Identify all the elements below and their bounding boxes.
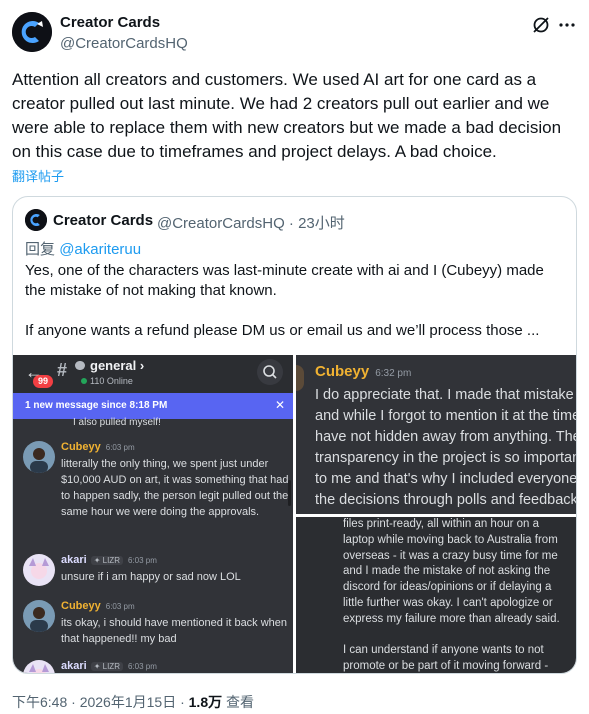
message-time: 6:03 pm — [127, 662, 157, 671]
message-body: its okay, i should have mentioned it bac… — [61, 617, 288, 645]
creator-cards-logo-icon — [25, 209, 47, 231]
message-line: and while I forgot to mention it at the … — [315, 408, 577, 424]
reply-to-handle[interactable]: @akariteruu — [59, 241, 141, 258]
view-count: 1.8万 — [188, 694, 223, 710]
post-timestamp[interactable]: 下午6:48 · 2026年1月15日 · — [12, 694, 189, 710]
quoted-text: Yes, one of the characters was last-minu… — [25, 261, 565, 361]
translate-post-link[interactable]: 翻译帖子 — [12, 166, 64, 185]
akari-avatar — [23, 554, 55, 586]
message-time: 6:03 pm — [105, 443, 135, 452]
channel-hash-icon: # — [57, 360, 68, 380]
search-icon — [257, 359, 283, 385]
scrollbar — [288, 480, 291, 506]
quoted-text-line: Yes, one of the characters was last-minu… — [25, 262, 544, 299]
quoted-author-handle: @CreatorCardsHQ · 23小时 — [157, 215, 345, 232]
grok-icon[interactable] — [531, 15, 551, 35]
message-line: to me and that's why I included everyone — [315, 471, 577, 487]
author-handle[interactable]: @CreatorCardsHQ — [60, 35, 188, 52]
post-header: Creator Cards @CreatorCardsHQ — [12, 12, 577, 56]
lizr-tag: ✦ LIZR — [90, 662, 123, 671]
message-author: Cubeyy 6:03 pm — [61, 441, 135, 453]
post-metadata: 下午6:48 · 2026年1月15日 · 1.8万 查看 — [12, 692, 254, 712]
cubeyy-avatar — [23, 600, 55, 632]
quoted-author-name: Creator Cards — [53, 212, 154, 229]
message-body: I do appreciate that. I made that mistak… — [315, 385, 577, 511]
quoted-post[interactable]: Creator Cards @CreatorCardsHQ · 23小时 回复 … — [12, 196, 577, 674]
unread-badge: 99 — [33, 375, 53, 388]
media-grid: ← 99 # general › 110 Online 1 new messag… — [13, 355, 577, 673]
message-time: 6:03 pm — [127, 556, 157, 565]
online-dot-icon — [81, 378, 87, 384]
banner-text: 1 new message since 8:18 PM — [25, 400, 168, 411]
message-line: transparency in the project is so import… — [315, 450, 577, 466]
akari-avatar — [23, 660, 55, 673]
message-time: 6:32 pm — [375, 368, 412, 379]
media-image-discord-apology[interactable]: files print-ready, all within an hour on… — [296, 517, 576, 673]
creator-cards-logo-icon — [12, 12, 52, 52]
media-image-discord-chat[interactable]: ← 99 # general › 110 Online 1 new messag… — [13, 355, 293, 673]
message-line: I do appreciate that. I made that mistak… — [315, 387, 574, 403]
cubeyy-avatar — [296, 365, 304, 391]
message-paragraph: I can understand if anyone wants to not … — [343, 644, 549, 673]
message-line: have not hidden away from anything. The — [315, 429, 577, 445]
lizr-tag: ✦ LIZR — [90, 556, 123, 565]
message-author: Cubeyy 6:03 pm — [61, 600, 135, 612]
message-body: litterally the only thing, we spent just… — [61, 458, 289, 518]
author-name[interactable]: Creator Cards — [60, 14, 160, 31]
author-avatar[interactable] — [12, 12, 52, 52]
close-icon: ✕ — [275, 398, 286, 412]
channel-name: general › — [90, 358, 145, 373]
online-count-text: 110 Online — [90, 376, 133, 386]
quoted-text-line: If anyone wants a refund please DM us or… — [25, 322, 540, 339]
cubeyy-avatar — [23, 441, 55, 473]
post-text: Attention all creators and customers. We… — [12, 70, 562, 161]
more-icon[interactable] — [557, 15, 577, 35]
reply-prefix: 回复 — [25, 241, 56, 258]
message-body: files print-ready, all within an hour on… — [343, 517, 573, 673]
cut-off-message: I also pulled myself! — [73, 417, 161, 428]
chat-bubble-icon — [75, 361, 85, 370]
reply-context: 回复 @akariteruu — [25, 238, 141, 259]
message-author: akari ✦ LIZR 6:03 pm — [61, 660, 157, 672]
message-paragraph: files print-ready, all within an hour on… — [343, 518, 560, 625]
new-message-banner: 1 new message since 8:18 PM ✕ — [13, 393, 293, 419]
view-label: 查看 — [222, 694, 254, 710]
discord-topbar: ← 99 # general › 110 Online — [13, 355, 293, 393]
online-count: 110 Online — [81, 376, 133, 386]
message-author: Cubeyy 6:32 pm — [315, 363, 412, 380]
message-body: unsure if i am happy or sad now LOL — [61, 571, 241, 583]
media-image-discord-reply[interactable]: Cubeyy 6:32 pm I do appreciate that. I ma… — [296, 355, 577, 514]
message-line: the decisions through polls and feedback — [315, 492, 577, 508]
message-author: akari ✦ LIZR 6:03 pm — [61, 554, 157, 566]
quoted-author-avatar — [25, 209, 47, 231]
message-time: 6:03 pm — [105, 602, 135, 611]
